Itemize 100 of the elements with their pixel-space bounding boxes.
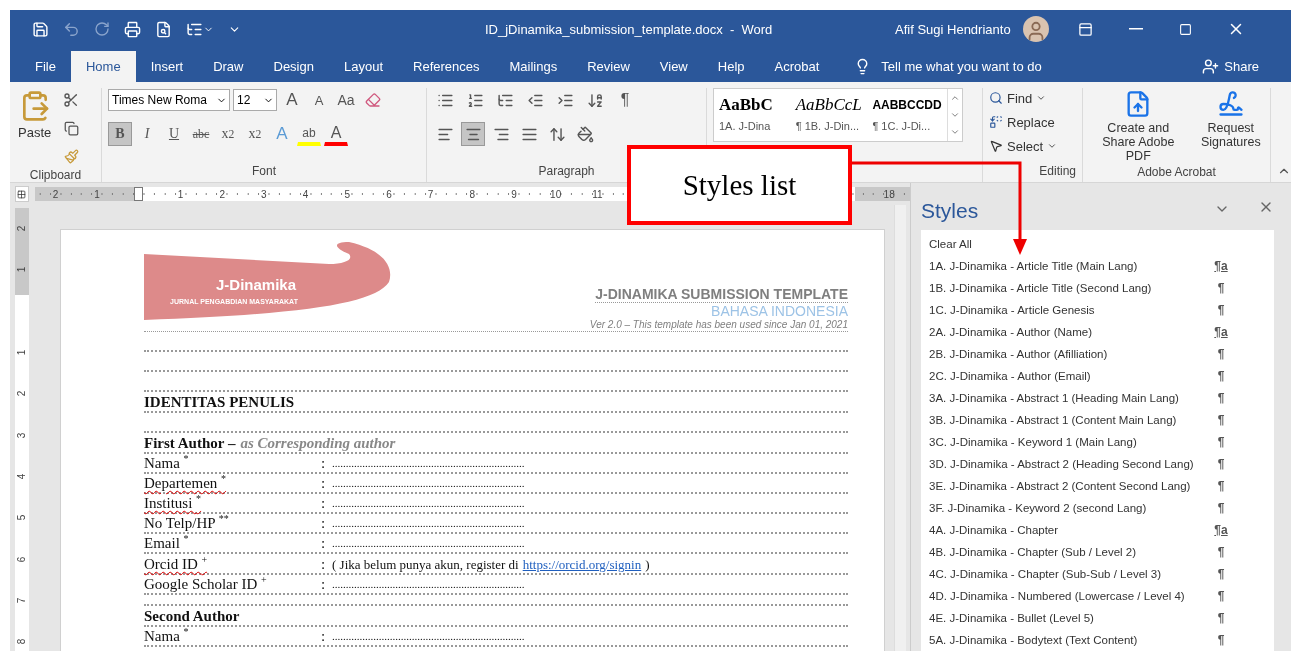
fill-in-line[interactable]: ...................................................................... — [332, 628, 525, 645]
style-item[interactable]: 4E. J-Dinamika - Bullet (Level 5) ¶ — [929, 607, 1274, 629]
fill-in-line[interactable]: ...................................................................... — [332, 455, 525, 472]
ribbon-tab[interactable]: Review — [572, 51, 645, 82]
style-item[interactable]: 3F. J-Dinamika - Keyword 2 (second Lang) ¶ — [929, 497, 1274, 519]
request-signatures-button[interactable]: Request Signatures — [1197, 88, 1264, 165]
style-item[interactable]: 2C. J-Dinamika - Author (Email) ¶ — [929, 365, 1274, 387]
font-color-button[interactable]: A — [324, 122, 348, 146]
logo-title: J-Dinamika — [216, 276, 296, 293]
clear-all-item[interactable]: Clear All — [929, 233, 1274, 255]
select-button[interactable]: Select — [989, 136, 1058, 156]
ruler-number: 4 — [16, 473, 28, 480]
style-item[interactable]: 4D. J-Dinamika - Numbered (Lowercase / Level 4) ¶ — [929, 585, 1274, 607]
style-item[interactable]: 3A. J-Dinamika - Abstract 1 (Heading Main Lang) ¶ — [929, 387, 1274, 409]
caret-icon — [1047, 141, 1058, 151]
ruler-number: 2 — [218, 188, 226, 200]
field-label: No Telp/HP $^{**}$ — [144, 515, 230, 532]
style-item[interactable]: 3C. J-Dinamika - Keyword 1 (Main Lang) ¶ — [929, 431, 1274, 453]
ribbon-tab[interactable]: Draw — [198, 51, 259, 82]
style-item[interactable]: 2A. J-Dinamika - Author (Name) ¶a — [929, 321, 1274, 343]
ribbon-tab[interactable]: File — [20, 51, 71, 82]
find-button[interactable]: Find — [989, 88, 1047, 108]
create-pdf-button[interactable]: Create and Share Adobe PDF — [1089, 88, 1188, 165]
style-item[interactable]: 3E. J-Dinamika - Abstract 2 (Content Second Lang) ¶ — [929, 475, 1274, 497]
font-size-field[interactable]: 12 — [233, 89, 277, 111]
print-icon[interactable] — [124, 20, 141, 38]
fill-in-line[interactable]: ...................................................................... — [332, 515, 525, 532]
ribbon-tab[interactable]: Mailings — [494, 51, 573, 82]
eraser-icon — [365, 92, 381, 108]
styles-gallery[interactable]: AaBbC 1A. J-Dina AaBbCcL ¶ 1B. J-Din... AABBCCDD ¶ 1C. J-Di... — [713, 88, 963, 142]
colon: : — [321, 576, 327, 593]
format-button[interactable]: abc — [189, 122, 213, 146]
redo-icon[interactable] — [94, 21, 110, 37]
ribbon-tab[interactable]: Acrobat — [759, 51, 835, 82]
colon: : — [321, 495, 327, 512]
style-item[interactable]: 3D. J-Dinamika - Abstract 2 (Heading Second Lang) ¶ — [929, 453, 1274, 475]
change-case-button[interactable]: Aa — [334, 88, 358, 112]
orcid-link[interactable]: https://orcid.org/signin — [522, 556, 642, 573]
style-item[interactable]: 1A. J-Dinamika - Article Title (Main Lang) ¶a — [929, 255, 1274, 277]
ruler-number: 1 — [176, 188, 185, 200]
brush-icon — [63, 148, 79, 164]
style-item[interactable]: 2B. J-Dinamika - Author (Afilliation) ¶ — [929, 343, 1274, 365]
ribbon-tab[interactable]: Help — [702, 51, 760, 82]
font-name-field[interactable]: Times New Roma — [108, 89, 230, 111]
ribbon-tab[interactable]: Design — [258, 51, 329, 82]
language-label: BAHASA INDONESIA — [711, 303, 848, 319]
save-icon[interactable] — [32, 20, 49, 38]
ribbon-tab[interactable]: References — [398, 51, 495, 82]
style-item[interactable]: 4A. J-Dinamika - Chapter ¶a — [929, 519, 1274, 541]
style-item[interactable]: 1C. J-Dinamika - Article Genesis ¶ — [929, 299, 1274, 321]
ribbon-tab[interactable]: Home — [70, 51, 136, 82]
highlight-button[interactable]: ab — [297, 122, 321, 146]
ribbon-tab[interactable]: View — [644, 51, 703, 82]
ruler-number: 3 — [260, 188, 268, 200]
style-item[interactable]: 4B. J-Dinamika - Chapter (Sub / Level 2) ¶ — [929, 541, 1274, 563]
fill-in-line[interactable]: ...................................................................... — [332, 495, 525, 512]
tell-me-field[interactable]: Tell me what you want to do — [854, 51, 1042, 82]
tab-selector-button[interactable] — [15, 186, 29, 202]
ruler-number: 5 — [16, 514, 28, 521]
pane-title: Styles — [921, 197, 980, 223]
ribbon-tab[interactable]: Insert — [135, 51, 199, 82]
ruler-number: 1 — [16, 267, 28, 273]
print-preview-icon[interactable] — [155, 20, 172, 38]
style-item[interactable]: 5A. J-Dinamika - Bodytext (Text Content) ¶ — [929, 629, 1274, 651]
format-button[interactable]: I — [135, 122, 159, 146]
field-label: Nama $^{*}$ — [144, 455, 190, 472]
paste-button[interactable]: Paste — [16, 88, 54, 168]
minimize-icon — [1128, 28, 1143, 30]
style-sample: AaBbC — [719, 95, 774, 115]
caret-icon — [1036, 93, 1047, 103]
style-item[interactable]: 3B. J-Dinamika - Abstract 1 (Content Main Lang) ¶ — [929, 409, 1274, 431]
fill-in-line[interactable]: ...................................................................... — [332, 576, 525, 593]
undo-icon[interactable] — [63, 20, 80, 38]
grow-font-button[interactable]: A — [280, 88, 304, 112]
group-label: Clipboard — [28, 168, 83, 182]
ruler-number: 1 — [93, 188, 101, 200]
shrink-font-button[interactable]: A — [307, 88, 331, 112]
share-button[interactable]: Share — [1196, 51, 1265, 82]
style-item[interactable]: 4C. J-Dinamika - Chapter (Sub-Sub / Level 3) ¶ — [929, 563, 1274, 585]
ruler-number: 7 — [16, 597, 28, 604]
scroll-down-icon[interactable] — [949, 110, 960, 120]
template-title: J-DINAMIKA SUBMISSION TEMPLATE — [595, 286, 848, 303]
field-label: Institusi $^{*}$ — [144, 495, 203, 512]
replace-button[interactable]: Replace — [989, 112, 1055, 132]
style-item[interactable]: 1B. J-Dinamika - Article Title (Second Lang) ¶ — [929, 277, 1274, 299]
field-label: Nama $^{*}$ — [144, 628, 190, 645]
show-formatting-button[interactable]: ¶ — [613, 88, 637, 112]
align-button[interactable] — [461, 122, 485, 146]
section-heading: IDENTITAS PENULIS — [144, 394, 295, 411]
fill-in-line[interactable]: ...................................................................... — [332, 535, 525, 552]
fill-in-line[interactable]: ...................................................................... — [332, 475, 525, 492]
ruler-number: 3 — [16, 432, 28, 438]
author-note: as Corresponding author — [240, 435, 396, 452]
ruler-number: 8 — [16, 638, 28, 645]
format-button[interactable]: U — [162, 122, 186, 146]
indent-marker[interactable] — [134, 187, 144, 201]
format-button[interactable]: B — [108, 122, 132, 146]
group-label: Paragraph — [537, 164, 596, 180]
ribbon-tab[interactable]: Layout — [328, 51, 398, 82]
tab-stop-icon — [17, 189, 27, 199]
